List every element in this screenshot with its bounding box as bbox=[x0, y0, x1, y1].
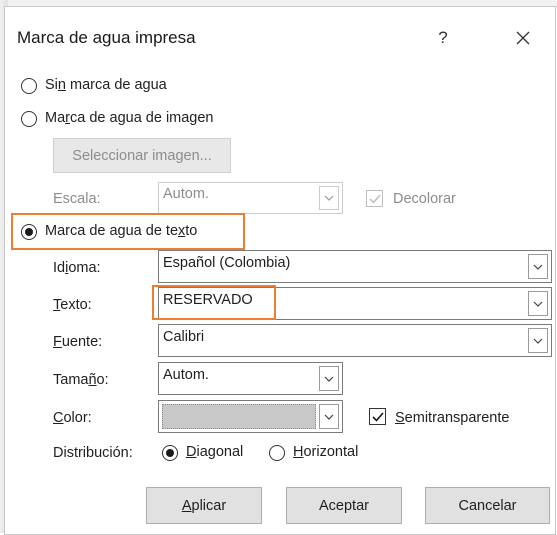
checkmark-icon bbox=[368, 194, 381, 204]
layout-label: Distribución: bbox=[53, 445, 133, 461]
text-value-highlight bbox=[152, 285, 276, 320]
font-value: Calibri bbox=[163, 328, 205, 345]
chevron-down-icon bbox=[324, 376, 334, 382]
semitransparent-label: Semitransparente bbox=[395, 410, 510, 426]
font-label: Fuente: bbox=[53, 334, 103, 350]
horizontal-radio[interactable] bbox=[269, 445, 285, 461]
diagonal-radio[interactable] bbox=[162, 445, 178, 461]
diagonal-label: Diagonal bbox=[186, 444, 244, 460]
select-picture-button[interactable]: Seleccionar imagen... bbox=[53, 138, 231, 173]
size-label: Tamaño: bbox=[53, 372, 109, 388]
language-dropdown[interactable]: Español (Colombia) bbox=[158, 250, 552, 283]
language-value: Español (Colombia) bbox=[163, 254, 291, 271]
close-button[interactable] bbox=[503, 21, 543, 55]
no-watermark-option[interactable]: Sin marca de agua bbox=[21, 77, 221, 97]
chevron-down-icon bbox=[533, 338, 543, 344]
size-dropdown[interactable]: Autom. bbox=[158, 362, 343, 395]
size-value: Autom. bbox=[163, 366, 209, 383]
text-watermark-radio[interactable] bbox=[21, 224, 37, 240]
font-dropdown[interactable]: Calibri bbox=[158, 324, 552, 357]
scale-dropdown[interactable]: Autom. bbox=[158, 182, 343, 214]
chevron-down-icon bbox=[324, 414, 334, 420]
chevron-down-icon bbox=[324, 195, 334, 201]
chevron-down-icon bbox=[533, 264, 543, 270]
no-watermark-label: Sin marca de agua bbox=[45, 77, 167, 93]
color-dropdown-arrow[interactable] bbox=[319, 404, 339, 429]
help-icon: ? bbox=[438, 28, 448, 47]
horizontal-option[interactable]: Horizontal bbox=[269, 444, 379, 464]
cancel-button[interactable]: Cancelar bbox=[425, 487, 550, 524]
language-label: Idioma: bbox=[53, 260, 101, 276]
close-icon bbox=[516, 31, 530, 45]
dialog-title: Marca de agua impresa bbox=[17, 28, 196, 47]
language-dropdown-arrow[interactable] bbox=[528, 254, 548, 279]
text-watermark-label: Marca de agua de texto bbox=[45, 223, 198, 239]
chevron-down-icon bbox=[533, 301, 543, 307]
scale-dropdown-arrow[interactable] bbox=[319, 186, 339, 210]
size-dropdown-arrow[interactable] bbox=[319, 366, 339, 391]
text-dropdown-arrow[interactable] bbox=[528, 291, 548, 316]
horizontal-label: Horizontal bbox=[293, 444, 359, 460]
washout-label: Decolorar bbox=[393, 191, 456, 207]
picture-watermark-radio[interactable] bbox=[21, 111, 37, 127]
color-swatch bbox=[162, 404, 316, 429]
text-watermark-option[interactable]: Marca de agua de texto bbox=[21, 223, 241, 243]
font-dropdown-arrow[interactable] bbox=[528, 328, 548, 353]
picture-watermark-option[interactable]: Marca de agua de imagen bbox=[21, 110, 261, 130]
washout-checkbox[interactable] bbox=[366, 190, 383, 207]
scale-label: Escala: bbox=[53, 191, 101, 207]
help-button[interactable]: ? bbox=[423, 21, 463, 55]
apply-button[interactable]: Aplicar bbox=[146, 487, 262, 524]
picture-watermark-label: Marca de agua de imagen bbox=[45, 110, 214, 126]
semitransparent-checkbox[interactable] bbox=[369, 408, 386, 425]
color-dropdown[interactable] bbox=[158, 400, 343, 433]
ok-button[interactable]: Aceptar bbox=[286, 487, 402, 524]
printed-watermark-dialog: Marca de agua impresa ? Sin marca de agu… bbox=[4, 6, 556, 535]
text-label: Texto: bbox=[53, 297, 92, 313]
checkmark-icon bbox=[371, 411, 384, 422]
scale-value: Autom. bbox=[163, 186, 209, 202]
diagonal-option[interactable]: Diagonal bbox=[162, 444, 262, 464]
color-label: Color: bbox=[53, 410, 92, 426]
no-watermark-radio[interactable] bbox=[21, 78, 37, 94]
